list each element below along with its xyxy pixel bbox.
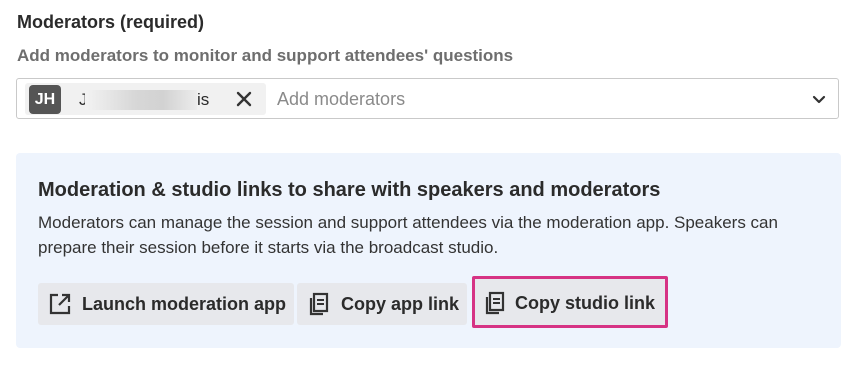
links-info-panel: Moderation & studio links to share with … (16, 153, 841, 348)
redaction-blur (85, 90, 197, 110)
field-help-text: Add moderators to monitor and support at… (17, 46, 514, 65)
chevron-down-icon[interactable] (810, 90, 828, 108)
field-label: Moderators (required) (17, 12, 205, 32)
avatar: JH (29, 85, 61, 114)
moderator-name-end: is (197, 90, 210, 109)
copy-studio-link-button[interactable]: Copy studio link (472, 276, 668, 328)
moderators-form-section: Moderators (required) Add moderators to … (0, 0, 865, 383)
launch-moderation-app-button[interactable]: Launch moderation app (38, 283, 294, 325)
add-moderators-input[interactable]: Add moderators (277, 89, 405, 110)
close-icon[interactable] (233, 88, 255, 110)
external-link-icon (48, 292, 72, 316)
copy-studio-button-label: Copy studio link (515, 293, 656, 313)
launch-button-label: Launch moderation app (82, 294, 287, 314)
copy-app-link-button[interactable]: Copy app link (297, 283, 467, 325)
copy-icon (483, 291, 507, 315)
moderator-chip: JH J is (25, 83, 266, 115)
copy-icon (307, 292, 331, 316)
moderator-name: J is (79, 90, 209, 110)
panel-description: Moderators can manage the session and su… (38, 213, 778, 257)
copy-app-button-label: Copy app link (341, 294, 460, 314)
panel-title: Moderation & studio links to share with … (38, 179, 661, 201)
moderators-multiselect[interactable]: JH J is Add moderators (16, 78, 839, 119)
